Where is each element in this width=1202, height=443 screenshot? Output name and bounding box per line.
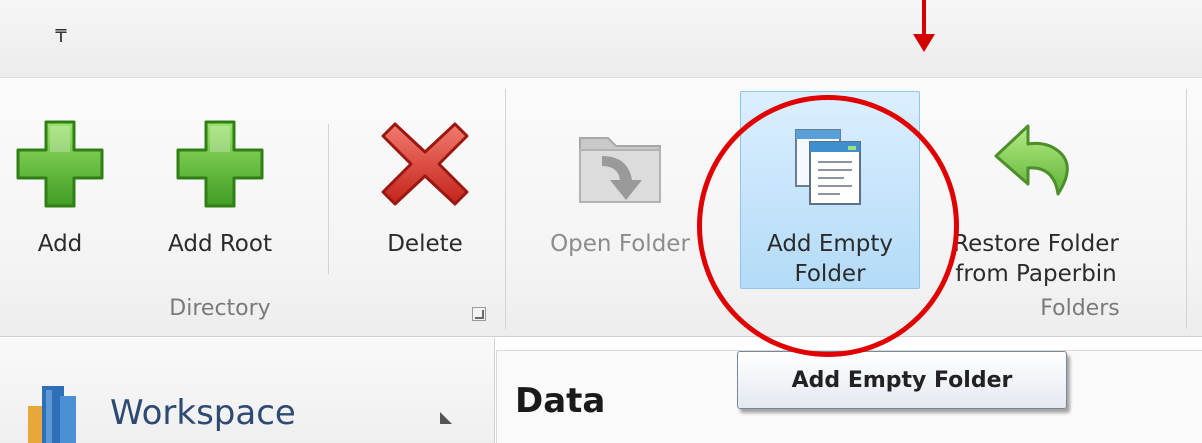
quick-access-toolbar: ₸	[0, 0, 1202, 78]
add-button[interactable]: Add	[5, 109, 115, 259]
annotation-arrow	[922, 0, 926, 36]
data-panel-title: Data	[515, 381, 606, 421]
tooltip: Add Empty Folder	[737, 351, 1067, 409]
add-empty-folder-button[interactable]: Add Empty Folder	[740, 109, 920, 289]
add-root-button-label: Add Root	[168, 231, 272, 257]
restore-folder-button-label: Restore Folder from Paperbin	[953, 231, 1119, 287]
customize-qat-icon[interactable]: ₸	[50, 26, 72, 48]
tooltip-text: Add Empty Folder	[791, 367, 1013, 393]
add-button-label: Add	[37, 231, 83, 257]
workspace-panel: Workspace	[0, 338, 495, 443]
delete-button[interactable]: Delete	[360, 109, 490, 259]
dialog-launcher-icon[interactable]	[472, 307, 486, 321]
open-folder-button-label: Open Folder	[550, 231, 690, 257]
red-x-icon	[370, 109, 480, 219]
group-separator	[505, 89, 506, 329]
group-label-directory: Directory	[169, 296, 271, 321]
add-empty-folder-icon	[775, 109, 885, 219]
green-plus-icon	[165, 109, 275, 219]
restore-arrow-icon	[981, 109, 1091, 219]
group-separator	[1186, 89, 1187, 329]
add-empty-folder-button-label: Add Empty Folder	[766, 231, 893, 287]
group-label-folders: Folders	[1040, 296, 1120, 321]
delete-button-label: Delete	[387, 231, 463, 257]
workspace-building-icon	[20, 376, 100, 443]
workspace-label: Workspace	[110, 393, 296, 433]
panel-resize-icon[interactable]	[440, 412, 452, 424]
open-folder-icon	[565, 109, 675, 219]
open-folder-button[interactable]: Open Folder	[535, 109, 705, 259]
separator	[328, 124, 329, 274]
green-plus-icon	[5, 109, 115, 219]
add-root-button[interactable]: Add Root	[150, 109, 290, 259]
annotation-arrow-head	[913, 34, 935, 52]
ribbon: Add Add Root Delete Directory Open Folde…	[0, 79, 1202, 337]
restore-folder-button[interactable]: Restore Folder from Paperbin	[936, 109, 1136, 289]
